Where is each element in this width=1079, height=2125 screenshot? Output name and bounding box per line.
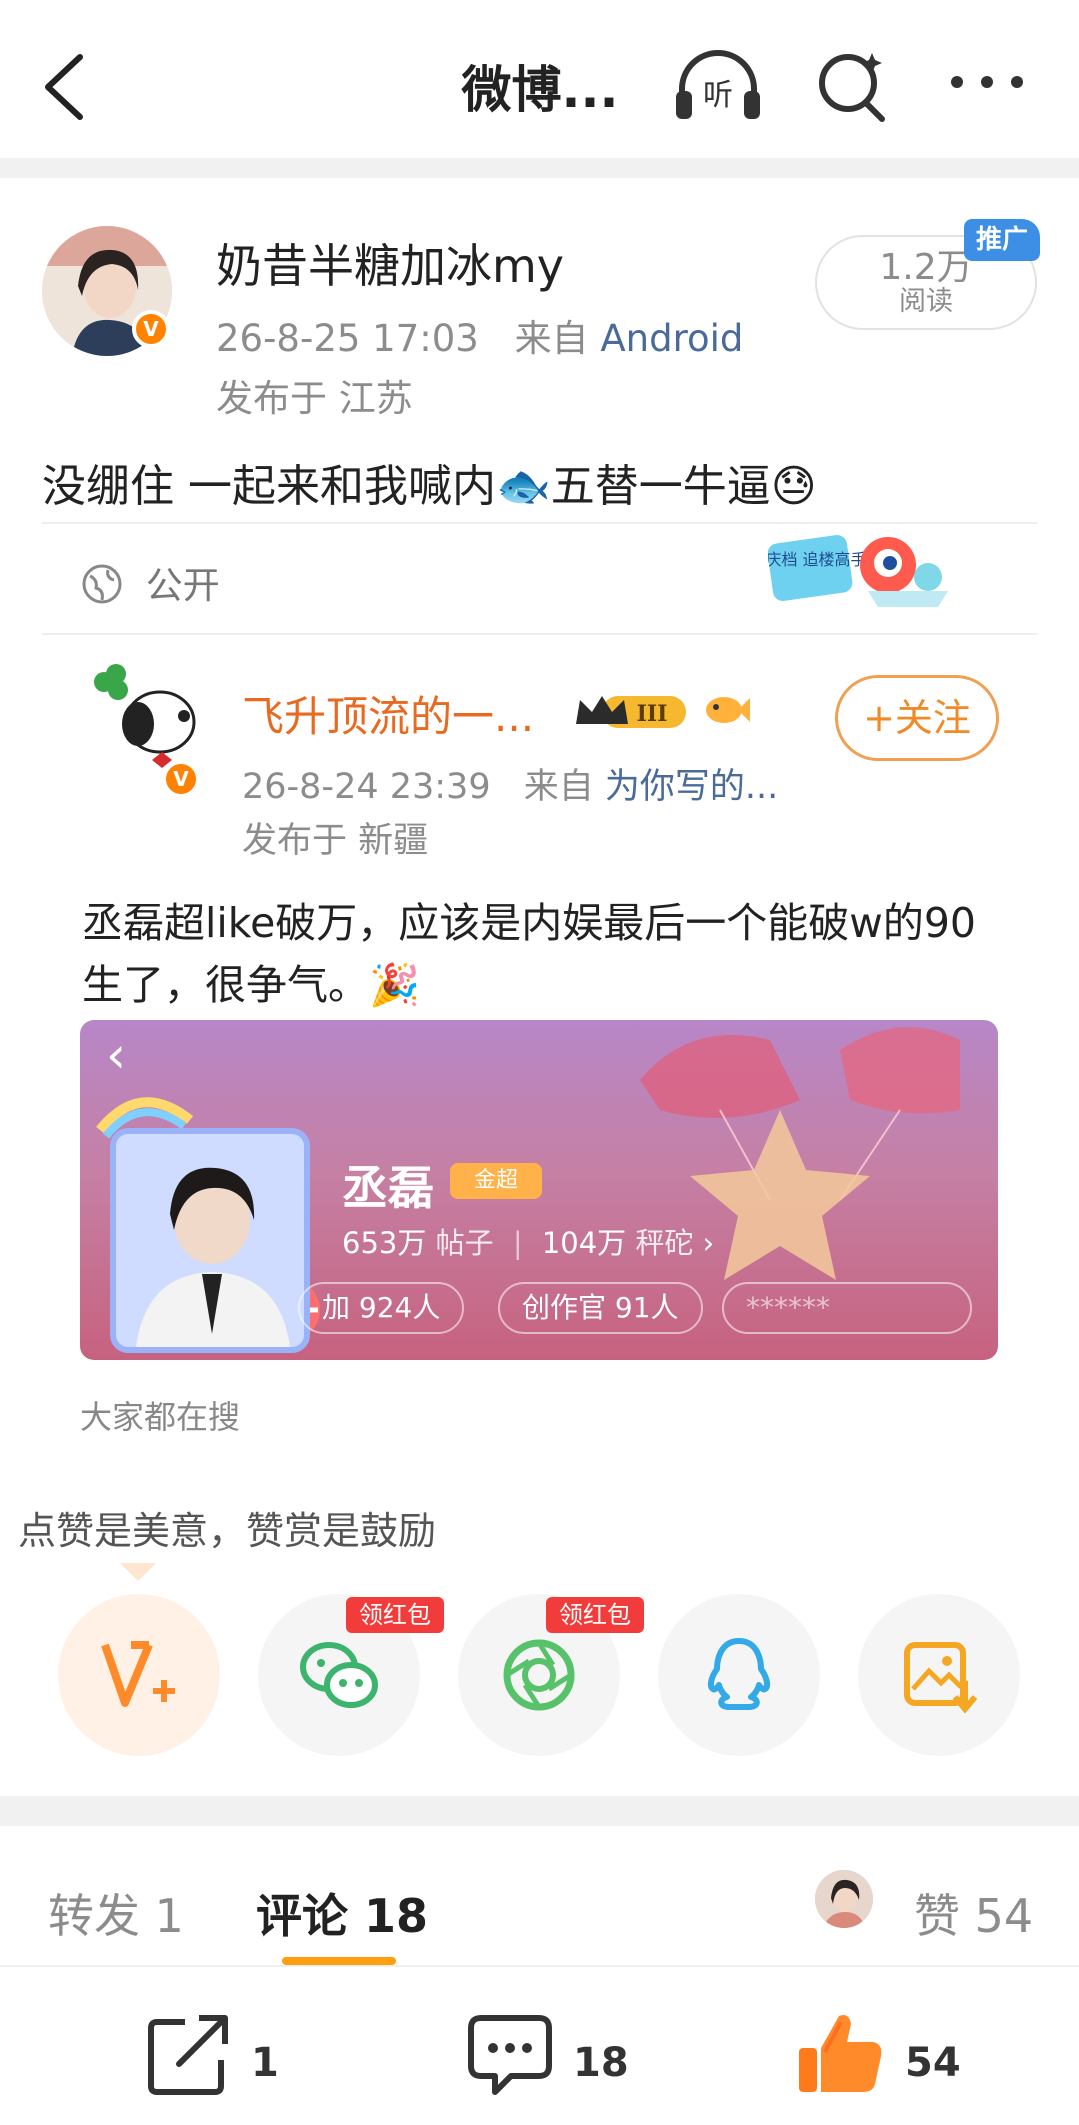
wechat-icon	[300, 1642, 378, 1708]
source-prefix: 来自	[514, 317, 589, 360]
globe-icon	[82, 564, 122, 604]
person-image	[116, 1134, 304, 1347]
back-button[interactable]	[38, 45, 98, 125]
level-text: III	[637, 701, 668, 727]
event-sticker[interactable]: 国庆档 追楼高手	[749, 525, 953, 615]
search-button[interactable]	[812, 45, 892, 125]
celebrity-photo	[110, 1128, 310, 1353]
like-count: 54	[905, 2040, 961, 2086]
post-time: 26-8-25 17:03	[216, 317, 479, 360]
repost-icon	[148, 2015, 228, 2095]
more-icon	[951, 76, 1023, 88]
repost-meta: 26-8-24 23:39 来自 为你写的...	[242, 758, 778, 809]
moments-icon	[503, 1639, 575, 1711]
like-action[interactable]: 54	[795, 2008, 965, 2108]
card-back-chevron[interactable]: ‹	[106, 1026, 126, 1084]
crown-icon: III	[576, 696, 686, 728]
share-qq-button[interactable]	[658, 1594, 820, 1756]
fish-icon	[706, 697, 750, 723]
blurred-pill[interactable]: ******	[722, 1282, 972, 1334]
headphones-icon: 听	[676, 50, 760, 119]
listen-button[interactable]: 听	[672, 45, 764, 125]
post-source[interactable]: Android	[600, 317, 743, 360]
comment-icon	[468, 2015, 552, 2095]
more-button[interactable]	[942, 50, 1032, 120]
liker-avatar-image	[815, 1870, 873, 1928]
visibility-label: 公开	[80, 555, 220, 609]
section-gap	[0, 158, 1079, 178]
verified-badge: V	[132, 310, 170, 348]
repost-action[interactable]: 1	[145, 2008, 305, 2108]
topic-name: 丞磊	[342, 1161, 434, 1215]
repost-location: 发布于 新疆	[242, 821, 429, 861]
topic-tier-badge: 金超	[450, 1163, 542, 1199]
repost-source-prefix: 来自	[523, 767, 594, 807]
page-title: 微博...	[461, 61, 619, 119]
divider	[42, 522, 1037, 524]
follow-button[interactable]: +关注	[835, 675, 999, 761]
followers-label: 秤砣	[635, 1226, 694, 1260]
tab-reposts[interactable]: 转发 1	[48, 1880, 184, 1946]
repost-source[interactable]: 为你写的...	[605, 767, 778, 807]
followers-value: 104万	[541, 1226, 627, 1260]
v-plus-icon	[101, 1641, 175, 1707]
reward-button[interactable]	[58, 1594, 220, 1756]
repost-time: 26-8-24 23:39	[242, 767, 491, 807]
posts-value: 653万	[342, 1226, 427, 1260]
comment-action[interactable]: 18	[465, 2008, 645, 2108]
sticker-text: 国庆档 追楼高手	[768, 550, 867, 569]
red-packet-tag-wechat: 领红包	[346, 1597, 444, 1633]
read-label: 阅读	[899, 286, 953, 317]
qq-icon	[707, 1638, 771, 1710]
liker-avatar[interactable]	[815, 1870, 873, 1928]
topic-stats: 653万 帖子 | 104万 秤砣 ›	[342, 1226, 715, 1260]
tip-arrow	[120, 1563, 156, 1581]
author-name[interactable]: 奶昔半糖加冰my	[216, 230, 564, 296]
fan-fish-badge	[702, 690, 750, 730]
section-gap	[0, 1796, 1079, 1826]
red-packet-tag-moments: 领红包	[546, 1597, 644, 1633]
post-location: 发布于 江苏	[216, 377, 413, 420]
divider	[42, 633, 1037, 635]
post-meta: 26-8-25 17:03 来自 Android	[216, 308, 743, 362]
super-topic-card[interactable]: ‹ 丞磊 金超 653万 帖子 | 104万 秤砣 › 加 924人 创作官 9…	[80, 1020, 998, 1360]
posts-label: 帖子	[435, 1226, 494, 1260]
top-bar: 微博... 听	[0, 0, 1079, 158]
repost-author-name[interactable]: 飞升顶流的一...	[242, 683, 534, 744]
reward-tip: 点赞是美意，赞赏是鼓励	[18, 1509, 437, 1553]
visibility-text: 公开	[145, 564, 220, 607]
trending-label[interactable]: 大家都在搜	[80, 1392, 240, 1438]
repost-count: 1	[251, 2040, 279, 2086]
listen-label: 听	[703, 78, 733, 113]
active-tab-indicator	[282, 1957, 396, 1965]
repost-verified-badge: V	[162, 760, 200, 798]
repost-text: 丞磊超like破万，应该是内娱最后一个能破w的90生了，很争气。🎉	[82, 899, 976, 1009]
comment-count: 18	[573, 2040, 629, 2086]
sticker-image: 国庆档 追楼高手	[749, 535, 948, 607]
promo-badge[interactable]: 推广	[964, 219, 1040, 261]
checkin-pill[interactable]: 加 924人	[298, 1282, 465, 1334]
search-icon	[819, 53, 885, 122]
member-level-badge: III	[572, 690, 694, 734]
creator-pill[interactable]: 创作官 91人	[498, 1282, 703, 1334]
save-image-icon	[904, 1642, 978, 1714]
chevron-left-icon	[45, 54, 83, 120]
tab-comments[interactable]: 评论 18	[256, 1880, 428, 1946]
thumbs-up-icon	[799, 2015, 882, 2092]
post-text: 没绷住 一起来和我喊内🐟五替一牛逼😓	[42, 461, 817, 512]
chevron-right-icon: ›	[702, 1226, 715, 1260]
save-image-button[interactable]	[858, 1594, 1020, 1756]
tab-likes[interactable]: 赞 54	[914, 1880, 1033, 1946]
